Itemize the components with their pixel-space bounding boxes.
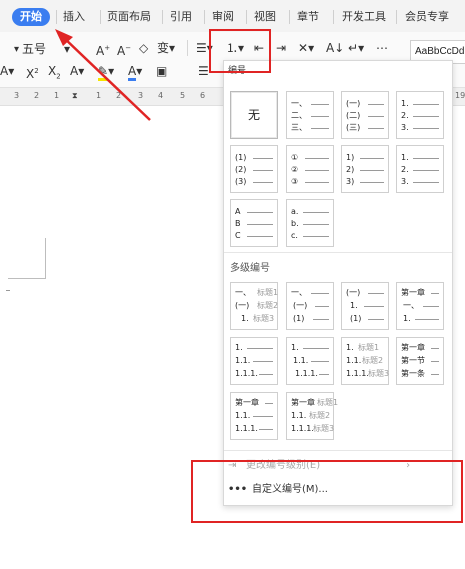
red-arrow-to-home-tab (55, 29, 151, 121)
arrow-shaft (61, 35, 151, 121)
